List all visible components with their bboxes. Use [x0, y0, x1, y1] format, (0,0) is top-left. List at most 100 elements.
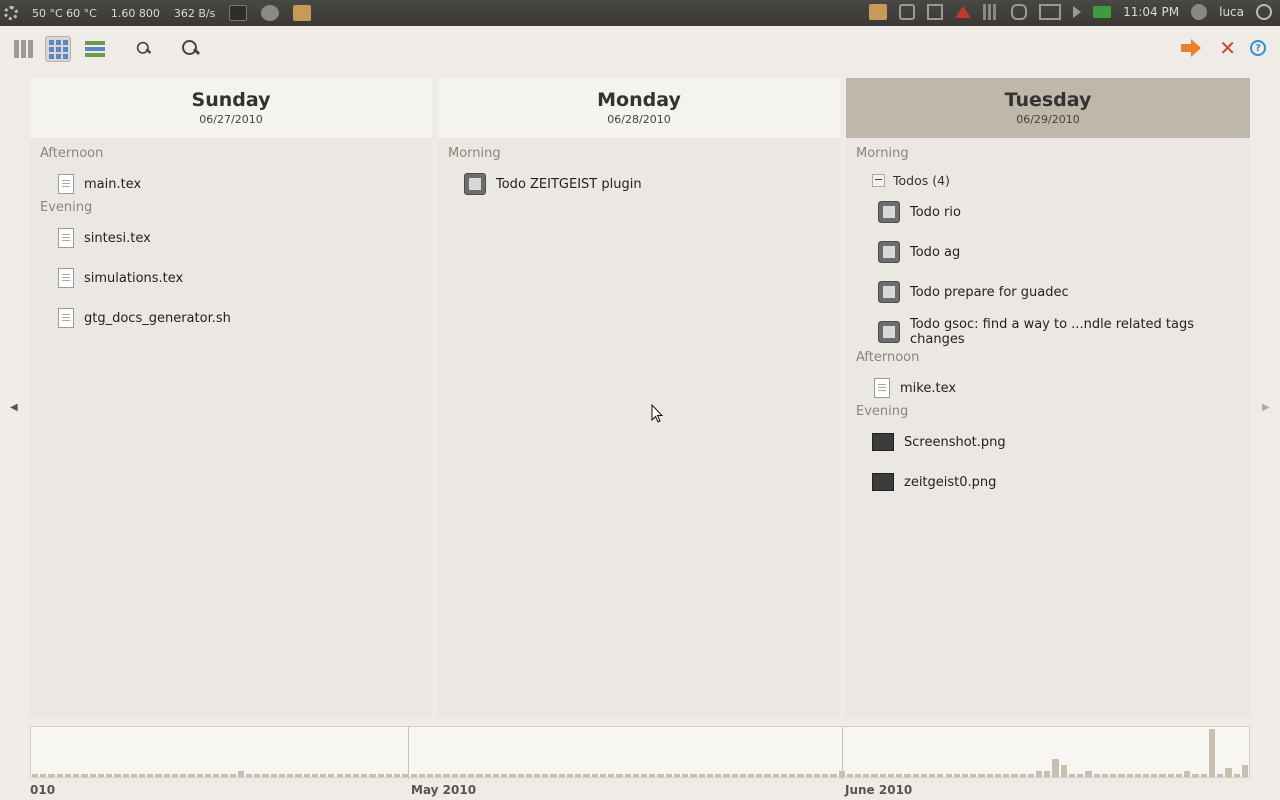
histogram-bar[interactable] — [385, 774, 393, 777]
histogram-bar[interactable] — [48, 774, 55, 777]
histogram-bar[interactable] — [476, 774, 483, 777]
histogram-bar[interactable] — [616, 774, 623, 777]
list-item[interactable]: Todo rio — [846, 192, 1250, 232]
user-name[interactable]: luca — [1219, 5, 1244, 19]
histogram-bar[interactable] — [32, 774, 39, 777]
histogram-bar[interactable] — [311, 774, 319, 777]
histogram-bar[interactable] — [945, 774, 952, 777]
histogram-bar[interactable] — [929, 774, 936, 777]
histogram-bar[interactable] — [89, 774, 96, 777]
list-item[interactable]: mike.tex — [846, 368, 1250, 408]
histogram-bar[interactable] — [747, 774, 755, 777]
histogram-bar[interactable] — [575, 774, 582, 777]
histogram-bar[interactable] — [270, 774, 277, 777]
histogram-bar[interactable] — [1093, 774, 1100, 777]
histogram-bar[interactable] — [171, 774, 179, 777]
histogram-bar[interactable] — [1233, 774, 1240, 777]
previous-days-arrow-icon[interactable]: ◀ — [10, 402, 18, 413]
histogram-bar[interactable] — [690, 774, 697, 777]
histogram-bar[interactable] — [558, 774, 565, 777]
histogram-bar[interactable] — [138, 774, 146, 777]
histogram-bar[interactable] — [204, 774, 212, 777]
histogram-bar[interactable] — [180, 774, 187, 777]
histogram-bar[interactable] — [40, 774, 47, 777]
histogram-bar[interactable] — [394, 774, 401, 777]
histogram-bar[interactable] — [805, 774, 812, 777]
histogram-bar[interactable] — [1077, 774, 1084, 777]
histogram-bar[interactable] — [756, 774, 763, 777]
volume-icon[interactable] — [1073, 6, 1082, 18]
histogram-bar[interactable] — [1044, 771, 1051, 777]
list-item[interactable]: Todo prepare for guadec — [846, 272, 1250, 312]
list-item[interactable]: Screenshot.png — [846, 422, 1250, 462]
histogram-bar[interactable] — [155, 774, 162, 777]
histogram-bar[interactable] — [369, 774, 376, 777]
histogram-bar[interactable] — [920, 774, 928, 777]
histogram-bar[interactable] — [624, 774, 631, 777]
histogram-bar[interactable] — [978, 774, 985, 777]
list-item[interactable]: main.tex — [30, 164, 432, 204]
histogram-bar[interactable] — [1060, 765, 1067, 777]
histogram-bar[interactable] — [764, 774, 771, 777]
histogram-bar[interactable] — [937, 774, 944, 777]
histogram-bar[interactable] — [566, 774, 574, 777]
power-icon[interactable] — [1256, 4, 1272, 20]
histogram-bar[interactable] — [780, 774, 788, 777]
histogram-bar[interactable] — [361, 774, 368, 777]
histogram-bar[interactable] — [608, 774, 615, 777]
battery-icon[interactable] — [1039, 4, 1062, 20]
help-icon[interactable]: ? — [1250, 40, 1266, 56]
histogram-bar[interactable] — [427, 774, 434, 777]
list-view-button[interactable] — [82, 36, 108, 62]
histogram-bar[interactable] — [278, 774, 286, 777]
histogram-bar[interactable] — [1101, 774, 1109, 777]
histogram-bar[interactable] — [484, 774, 491, 777]
histogram-bar[interactable] — [723, 774, 730, 777]
histogram-bar[interactable] — [863, 774, 870, 777]
histogram-bar[interactable] — [657, 774, 664, 777]
list-item[interactable]: Todo gsoc: find a way to ...ndle related… — [846, 312, 1250, 352]
histogram-bar[interactable] — [838, 771, 845, 777]
histogram-bar[interactable] — [451, 774, 458, 777]
histogram-bar[interactable] — [706, 774, 714, 777]
histogram-bar[interactable] — [410, 774, 417, 777]
signal-icon[interactable] — [983, 4, 1000, 20]
search-button[interactable] — [178, 36, 204, 62]
histogram-bar[interactable] — [97, 774, 105, 777]
timeline-histogram[interactable] — [30, 726, 1250, 779]
histogram-bar[interactable] — [822, 774, 829, 777]
histogram-bar[interactable] — [1003, 774, 1010, 777]
histogram-bar[interactable] — [147, 774, 154, 777]
histogram-bar[interactable] — [1184, 771, 1191, 777]
histogram-bar[interactable] — [517, 774, 524, 777]
histogram-bar[interactable] — [599, 774, 607, 777]
collapse-icon[interactable]: − — [872, 173, 885, 187]
histogram-bar[interactable] — [1200, 774, 1207, 777]
bluetooth-icon[interactable] — [899, 4, 916, 20]
zoom-button[interactable] — [131, 36, 157, 62]
histogram-bar[interactable] — [435, 774, 442, 777]
system-gear-icon[interactable] — [4, 6, 18, 20]
histogram-bar[interactable] — [961, 774, 969, 777]
histogram-bar[interactable] — [402, 774, 409, 777]
browser-launcher-icon[interactable] — [261, 5, 280, 21]
histogram-bar[interactable] — [221, 774, 228, 777]
histogram-bar[interactable] — [352, 774, 360, 777]
columns-view-button[interactable] — [10, 36, 36, 62]
histogram-bar[interactable] — [336, 774, 343, 777]
histogram-bar[interactable] — [213, 774, 220, 777]
histogram-bar[interactable] — [682, 774, 689, 777]
quit-icon[interactable] — [1181, 38, 1205, 58]
histogram-bar[interactable] — [542, 774, 549, 777]
grid-view-button[interactable] — [45, 36, 71, 62]
histogram-bar[interactable] — [1011, 774, 1018, 777]
histogram-bar[interactable] — [245, 774, 253, 777]
histogram-bar[interactable] — [130, 774, 137, 777]
histogram-bar[interactable] — [797, 774, 804, 777]
histogram-bar[interactable] — [377, 774, 384, 777]
list-item[interactable]: gtg_docs_generator.sh — [30, 298, 432, 338]
histogram-bar[interactable] — [1143, 774, 1150, 777]
alert-icon[interactable] — [955, 6, 972, 18]
histogram-bar[interactable] — [1110, 774, 1117, 777]
histogram-bar[interactable] — [673, 774, 681, 777]
